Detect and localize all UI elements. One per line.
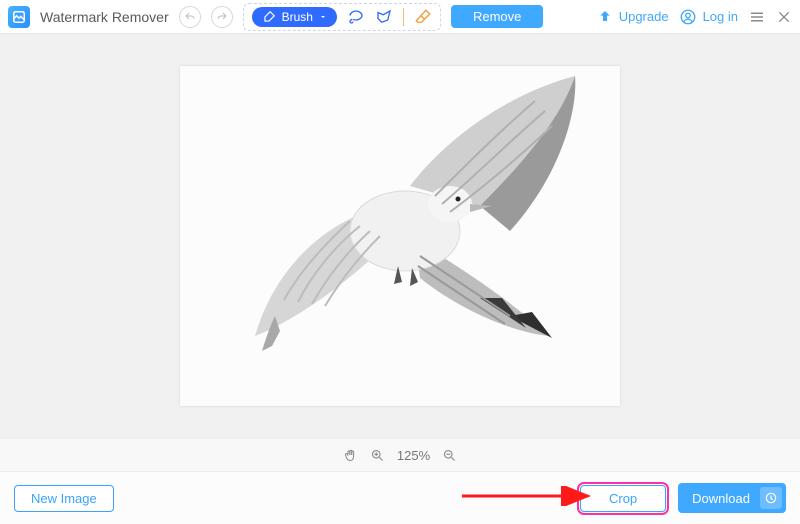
- zoom-in-button[interactable]: [370, 448, 385, 463]
- titlebar: Watermark Remover Brush Re: [0, 0, 800, 34]
- footer-bar: New Image Crop Download: [0, 472, 800, 524]
- remove-button[interactable]: Remove: [451, 5, 543, 28]
- brush-label: Brush: [282, 10, 313, 24]
- new-image-button[interactable]: New Image: [14, 485, 114, 512]
- brush-tool-button[interactable]: Brush: [252, 7, 337, 27]
- canvas-pane: [0, 34, 800, 438]
- upgrade-link[interactable]: Upgrade: [597, 9, 669, 25]
- crop-button[interactable]: Crop: [580, 485, 666, 512]
- tool-strip: Brush: [243, 3, 441, 31]
- eraser-tool-button[interactable]: [414, 8, 432, 26]
- zoom-out-button[interactable]: [442, 448, 457, 463]
- zoom-level: 125%: [397, 448, 430, 463]
- upgrade-icon: [597, 9, 613, 25]
- download-button[interactable]: Download: [678, 483, 786, 513]
- zoom-bar: 125%: [0, 438, 800, 472]
- redo-button[interactable]: [211, 6, 233, 28]
- app-title: Watermark Remover: [40, 9, 169, 25]
- polygon-tool-button[interactable]: [375, 8, 393, 26]
- user-circle-icon: [679, 8, 697, 26]
- image-preview[interactable]: [180, 66, 620, 406]
- chevron-down-icon: [319, 13, 327, 21]
- app-logo-icon: [8, 6, 30, 28]
- lasso-tool-button[interactable]: [347, 8, 365, 26]
- menu-button[interactable]: [748, 8, 766, 26]
- hand-pan-button[interactable]: [343, 448, 358, 463]
- login-link[interactable]: Log in: [679, 8, 738, 26]
- tool-separator: [403, 8, 404, 26]
- seagull-image: [180, 66, 620, 406]
- close-button[interactable]: [776, 9, 792, 25]
- undo-button[interactable]: [179, 6, 201, 28]
- download-history-icon[interactable]: [760, 487, 782, 509]
